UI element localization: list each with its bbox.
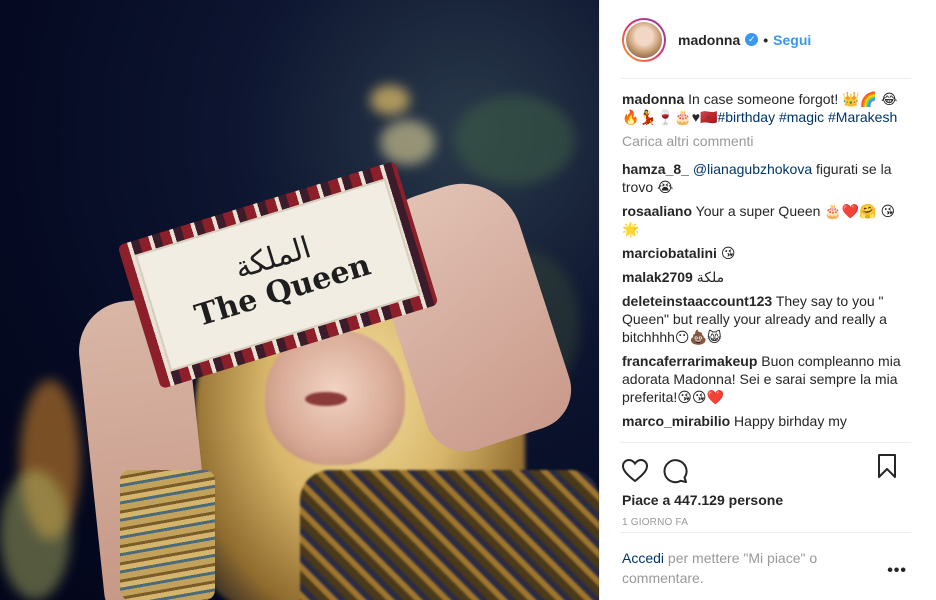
caption: madonna In case someone forgot! 👑🌈 😂🔥💃🍷🎂…: [622, 90, 910, 126]
post-sidebar: madonna ✓ • Segui madonna In case someon…: [599, 0, 936, 600]
comment-icon[interactable]: [662, 458, 688, 484]
login-prompt-text: Accedi per mettere "Mi piace" o commenta…: [622, 548, 862, 588]
comment-username[interactable]: malak2709: [622, 269, 693, 285]
photo-bracelets: [120, 470, 215, 600]
bokeh-light: [455, 95, 575, 185]
action-icons: [600, 442, 936, 488]
comment-text: 😘: [720, 245, 736, 261]
hashtag-link[interactable]: #birthday: [717, 109, 775, 125]
login-prompt: Accedi per mettere "Mi piace" o commenta…: [600, 532, 936, 600]
hashtag-link[interactable]: #Marakesh: [828, 109, 897, 125]
avatar-image: [624, 19, 664, 60]
comment-item: malak2709 ملكة: [622, 268, 910, 286]
heart-icon[interactable]: [622, 459, 648, 483]
comment-item: marco_mirabilio Happy birhday my: [622, 412, 910, 430]
bokeh-light: [370, 85, 410, 115]
comment-text: Happy birhday my: [734, 413, 847, 429]
comments-list[interactable]: madonna In case someone forgot! 👑🌈 😂🔥💃🍷🎂…: [622, 90, 910, 442]
post-header: madonna ✓ • Segui: [600, 0, 936, 79]
post-photo[interactable]: الملكة The Queen: [0, 0, 599, 600]
post-actions: Piace a 447.129 persone 1 GIORNO FA: [600, 442, 936, 528]
instagram-post-view: الملكة The Queen madonna ✓ • Segui madon…: [0, 0, 936, 600]
likes-count[interactable]: Piace a 447.129 persone: [600, 492, 936, 508]
comment-item: marciobatalini 😘: [622, 244, 910, 262]
bookmark-icon[interactable]: [877, 454, 897, 478]
comment-username[interactable]: rosaaliano: [622, 203, 692, 219]
separator-dot: •: [763, 31, 769, 48]
photo-lips: [305, 392, 347, 406]
comment-text: ملكة: [696, 269, 725, 285]
load-more-comments-button[interactable]: Carica altri commenti: [622, 132, 910, 150]
hashtag-link[interactable]: #magic: [779, 109, 824, 125]
photo-outfit: [300, 470, 599, 600]
login-link[interactable]: Accedi: [622, 550, 664, 566]
comment-username[interactable]: hamza_8_: [622, 161, 689, 177]
comment-username[interactable]: deleteinstaaccount123: [622, 293, 772, 309]
follow-button[interactable]: Segui: [773, 32, 811, 48]
comment-username[interactable]: francaferrarimakeup: [622, 353, 757, 369]
comment-mention[interactable]: @lianagubzhokova: [693, 161, 812, 177]
bokeh-light: [380, 120, 435, 165]
avatar[interactable]: [622, 17, 666, 62]
caption-username[interactable]: madonna: [622, 91, 684, 107]
verified-badge-icon: ✓: [745, 33, 759, 46]
comment-username[interactable]: marco_mirabilio: [622, 413, 730, 429]
header-username[interactable]: madonna: [678, 32, 740, 48]
comment-username[interactable]: marciobatalini: [622, 245, 717, 261]
comment-item: deleteinstaaccount123 They say to you " …: [622, 292, 910, 346]
comment-item: hamza_8_ @lianagubzhokova figurati se la…: [622, 160, 910, 196]
comment-item: rosaaliano Your a super Queen 🎂❤️🤗 😘🌟: [622, 202, 910, 238]
comment-item: francaferrarimakeup Buon compleanno mia …: [622, 352, 910, 406]
bokeh-light: [0, 470, 70, 600]
more-options-icon[interactable]: •••: [887, 562, 907, 580]
post-timestamp[interactable]: 1 GIORNO FA: [600, 517, 936, 528]
